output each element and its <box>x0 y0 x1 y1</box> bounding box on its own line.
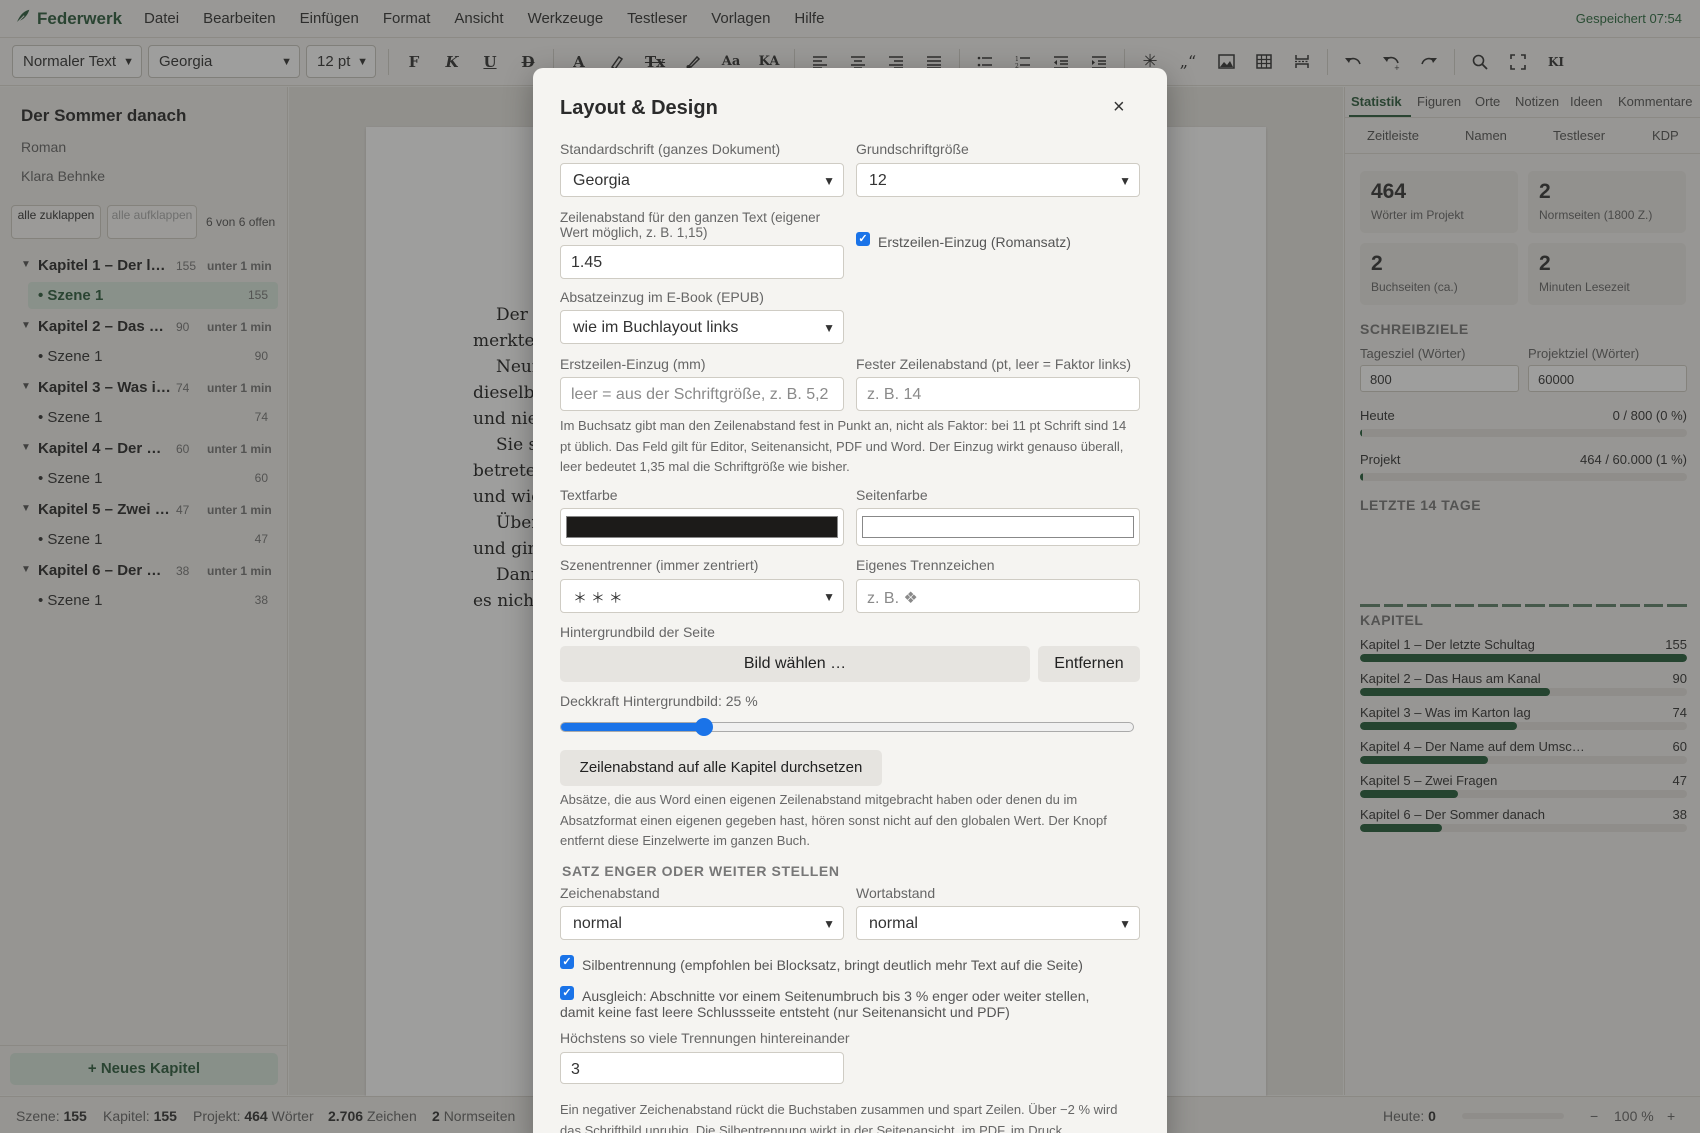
opacity-slider-fill <box>561 723 704 731</box>
chevron-down-icon: ▼ <box>1119 917 1131 931</box>
divider-label: Szenentrenner (immer zentriert) <box>560 557 759 573</box>
custom-divider-input[interactable]: z. B. ❖ <box>856 579 1140 613</box>
size-select[interactable]: 12 ▼ <box>856 163 1140 197</box>
opacity-slider[interactable] <box>560 718 1134 736</box>
linespacing-help: Im Buchsatz gibt man den Zeilenabstand f… <box>560 418 1127 474</box>
dialog-title: Layout & Design <box>560 97 718 119</box>
epub-label: Absatzeinzug im E-Book (EPUB) <box>560 289 764 305</box>
letter-spacing-select[interactable]: normal ▼ <box>560 906 844 940</box>
scene-divider-select[interactable]: ＊ ＊ ＊ ▼ <box>560 579 844 613</box>
font-label: Standardschrift (ganzes Dokument) <box>560 141 781 157</box>
epub-indent-value: wie im Buchlayout links <box>573 319 739 336</box>
chevron-down-icon: ▼ <box>1119 174 1131 188</box>
section-heading: SATZ ENGER ODER WEITER STELLEN <box>562 863 840 879</box>
enforce-linespacing-button[interactable]: Zeilenabstand auf alle Kapitel durchsetz… <box>560 750 882 786</box>
pagecolor-label: Seitenfarbe <box>856 487 928 503</box>
indent-checkbox-label: Erstzeilen-Einzug (Romansatz) <box>878 234 1071 250</box>
pagecolor-picker[interactable] <box>856 508 1140 546</box>
pagecolor-swatch <box>862 516 1134 538</box>
chevron-down-icon: ▼ <box>823 174 835 188</box>
custom-divider-label: Eigenes Trennzeichen <box>856 557 995 573</box>
size-label: Grundschriftgröße <box>856 141 969 157</box>
choose-image-button[interactable]: Bild wählen … <box>560 646 1030 682</box>
chevron-down-icon: ▼ <box>823 321 835 335</box>
max-hyphen-label: Höchstens so viele Trennungen hintereina… <box>560 1030 850 1046</box>
indent-mm-input[interactable]: leer = aus der Schriftgröße, z. B. 5,2 <box>560 377 844 411</box>
textcolor-label: Textfarbe <box>560 487 618 503</box>
layout-design-dialog: Layout & Design × Standardschrift (ganze… <box>533 68 1167 1133</box>
balance-label: Ausgleich: Abschnitte vor einem Seitenum… <box>560 988 1090 1020</box>
opacity-slider-thumb[interactable] <box>695 718 713 736</box>
chevron-down-icon: ▼ <box>823 590 835 604</box>
linespacing-label: Zeilenabstand für den ganzen Text (eigen… <box>560 210 821 240</box>
epub-indent-select[interactable]: wie im Buchlayout links ▼ <box>560 310 844 344</box>
fixed-spacing-input[interactable]: z. B. 14 <box>856 377 1140 411</box>
textcolor-swatch <box>566 516 838 538</box>
fixed-spacing-label: Fester Zeilenabstand (pt, leer = Faktor … <box>856 356 1132 372</box>
indent-mm-label: Erstzeilen-Einzug (mm) <box>560 356 706 372</box>
hyphenation-checkbox[interactable]: ✓ <box>560 955 574 969</box>
word-spacing-value: normal <box>869 915 918 932</box>
indent-checkbox[interactable]: ✓ <box>856 232 870 246</box>
size-select-value: 12 <box>869 172 887 189</box>
textcolor-picker[interactable] <box>560 508 844 546</box>
letter-spacing-value: normal <box>573 915 622 932</box>
word-spacing-label: Wortabstand <box>856 885 936 901</box>
bg-image-label: Hintergrundbild der Seite <box>560 624 715 640</box>
enforce-help: Absätze, die aus Word einen eigenen Zeil… <box>560 792 1107 848</box>
word-spacing-select[interactable]: normal ▼ <box>856 906 1140 940</box>
close-icon[interactable]: × <box>1113 96 1125 119</box>
font-select[interactable]: Georgia ▼ <box>560 163 844 197</box>
letter-spacing-label: Zeichenabstand <box>560 885 660 901</box>
linespacing-input[interactable]: 1.45 <box>560 245 844 279</box>
font-select-value: Georgia <box>573 172 630 189</box>
hyphenation-label: Silbentrennung (empfohlen bei Blocksatz,… <box>582 957 1083 973</box>
max-hyphen-input[interactable]: 3 <box>560 1052 844 1084</box>
chevron-down-icon: ▼ <box>823 917 835 931</box>
opacity-label: Deckkraft Hintergrundbild: 25 % <box>560 693 758 709</box>
scene-divider-value: ＊ ＊ ＊ <box>573 590 623 606</box>
remove-image-button[interactable]: Entfernen <box>1038 646 1140 682</box>
spacing-help: Ein negativer Zeichenabstand rückt die B… <box>560 1102 1118 1133</box>
